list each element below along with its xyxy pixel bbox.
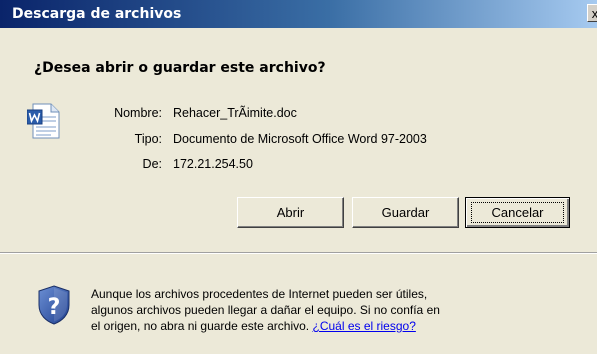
file-type-value: Documento de Microsoft Office Word 97-20…	[173, 132, 427, 146]
file-name-value: Rehacer_TrÃimite.doc	[173, 106, 297, 120]
from-label: De:	[142, 157, 162, 171]
window-title: Descarga de archivos	[12, 6, 182, 22]
svg-text:?: ?	[48, 295, 61, 320]
title-bar[interactable]: Descarga de archivos x	[0, 0, 597, 28]
download-question: ¿Desea abrir o guardar este archivo?	[34, 60, 326, 76]
name-label: Nombre:	[114, 106, 162, 120]
focus-ring	[471, 202, 564, 223]
word-document-icon	[27, 103, 60, 139]
warning-line-3-text: el origen, no abra ni guarde este archiv…	[91, 319, 310, 333]
warning-line-2: algunos archivos pueden llegar a dañar e…	[91, 303, 440, 317]
save-button-label: Guardar	[381, 205, 430, 220]
open-button[interactable]: Abrir	[237, 197, 344, 228]
cancel-button[interactable]: Cancelar	[465, 197, 570, 228]
open-button-label: Abrir	[276, 205, 305, 220]
warning-line-1: Aunque los archivos procedentes de Inter…	[91, 287, 428, 301]
shield-question-icon: ?	[38, 285, 70, 325]
save-button[interactable]: Guardar	[352, 197, 459, 228]
type-label: Tipo:	[134, 132, 162, 146]
security-warning: Aunque los archivos procedentes de Inter…	[91, 286, 551, 334]
close-button[interactable]: x	[587, 4, 597, 22]
file-source-value: 172.21.254.50	[173, 157, 253, 171]
file-download-dialog: Descarga de archivos x ¿Desea abrir o gu…	[0, 0, 597, 354]
separator-highlight	[0, 253, 597, 254]
warning-line-3: el origen, no abra ni guarde este archiv…	[91, 318, 551, 334]
risk-link[interactable]: ¿Cuál es el riesgo?	[312, 319, 415, 333]
